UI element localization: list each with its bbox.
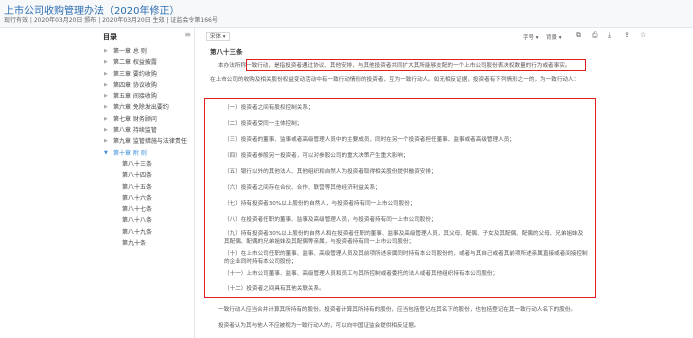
font-select[interactable]: 宋体 ▾ (206, 32, 230, 41)
toc-chapter-label: 第三章 要约收购 (113, 70, 157, 78)
reader-toolbar: 宋体 ▾ 字号 ▾ 背景 ▾ ⧉ ⎙ ⤓ ⇪ ☆ (196, 28, 693, 44)
toc-chapter-6[interactable]: ▶ 第六章 免除发出要约 (99, 102, 195, 113)
clause-7: （七）持有投资者30%以上股份的自然人，与投资者持有同一上市公司股份； (224, 201, 416, 207)
toc-chapter-label: 第六章 免除发出要约 (113, 104, 169, 112)
star-icon[interactable]: ☆ (640, 31, 646, 39)
toc-heading: 目录 (103, 33, 117, 41)
toc-chapter-10[interactable]: ▼ 第十章 附 则 (99, 148, 195, 159)
article-content: 宋体 ▾ 字号 ▾ 背景 ▾ ⧉ ⎙ ⤓ ⇪ ☆ 第八十三条 本办法所称一致行动… (196, 28, 693, 338)
download-icon[interactable]: ⤓ (608, 31, 611, 40)
clause-9: （九）持有投资者30%以上股份的自然人和在投资者任职的董事、监事及高级管理人员，… (224, 231, 584, 245)
toc-chapter-label: 第七章 财务顾问 (113, 115, 157, 123)
menu-icon[interactable]: ≡ (184, 30, 191, 39)
toc-chapter-label: 第五章 间接收购 (113, 93, 157, 101)
clause-10: （十）在上市公司任职的董事、监事、高级管理人员及其前项所述亲属同时持有本公司股份… (224, 251, 588, 265)
chevron-right-icon: ▶ (104, 115, 108, 122)
toc-chapter-3[interactable]: ▶ 第三章 要约收购 (99, 69, 195, 80)
article-para-4: 投资者认为其与他人不应被视为一致行动人的，可以向中国证监会提供相反证据。 (218, 323, 420, 329)
toc-chapter-label: 第八章 持续监管 (113, 127, 157, 135)
toc-chapter-5[interactable]: ▶ 第五章 间接收购 (99, 91, 195, 102)
chevron-right-icon: ▶ (104, 48, 108, 54)
document-meta: 现行有效 | 2020年03月20日 颁布 | 2020年03月20日 生效 |… (4, 17, 218, 24)
article-title: 第八十三条 (210, 48, 243, 56)
copy-icon[interactable]: ⧉ (576, 31, 581, 40)
toc-chapter-label: 第九章 监管措施与法律责任 (113, 138, 187, 146)
clause-3: （三）投资者的董事、监事或者高级管理人员中的主要成员，同时在另一个投资者担任董事… (224, 137, 515, 143)
toc-chapter-label: 第十章 附 则 (113, 149, 147, 157)
toc-article-85[interactable]: 第八十五条 (99, 182, 195, 193)
toc-chapter-8[interactable]: ▶ 第八章 持续监管 (99, 125, 195, 136)
chevron-right-icon: ▶ (104, 93, 108, 100)
toc-sidebar: 目录 ≡ ▶ 第一章 总 则 ▶ 第二章 权益披露 ▶ 第三章 要约收购 ▶ 第四章 协… (99, 28, 195, 338)
toc-chapter-1[interactable]: ▶ 第一章 总 则 (99, 46, 195, 57)
share-icon[interactable]: ⇪ (624, 31, 630, 39)
toc-article-89[interactable]: 第八十九条 (99, 227, 195, 238)
toc-chapter-label: 第二章 权益披露 (113, 59, 157, 67)
document-header: 上市公司收购管理办法（2020年修正） 现行有效 | 2020年03月20日 颁… (0, 0, 693, 28)
highlight-box-definition (246, 59, 586, 71)
toc-chapter-9[interactable]: ▶ 第九章 监管措施与法律责任 (99, 136, 195, 147)
font-size-label: 字号 (523, 35, 535, 41)
toc-chapter-label: 第一章 总 则 (113, 48, 147, 55)
article-para-3: 一致行动人应当合并计算其所持有的股份。投资者计算其所持有的股份，应当包括登记在其… (218, 307, 577, 313)
toc-chapter-label: 第四章 协议收购 (113, 81, 157, 89)
toc-article-87[interactable]: 第八十七条 (99, 204, 195, 215)
toc-article-86[interactable]: 第八十六条 (99, 193, 195, 204)
chevron-right-icon: ▶ (104, 70, 108, 77)
print-icon[interactable]: ⎙ (592, 31, 598, 40)
background-label: 背景 (546, 35, 558, 41)
chevron-right-icon: ▶ (104, 138, 108, 145)
font-size-select[interactable]: 字号 ▾ (523, 33, 539, 41)
chevron-right-icon: ▶ (104, 127, 108, 134)
clause-6: （六）投资者之间存在合伙、合作、联营等其他经济利益关系； (224, 185, 381, 191)
chevron-down-icon: ▼ (104, 149, 108, 156)
article-para-2: 在上市公司的收购及相关股份权益变动活动中有一致行动情形的投资者，互为一致行动人。… (210, 77, 580, 83)
toc-chapter-7[interactable]: ▶ 第七章 财务顾问 (99, 114, 195, 125)
toc-chapter-2[interactable]: ▶ 第二章 权益披露 (99, 57, 195, 68)
toc-article-88[interactable]: 第八十八条 (99, 215, 195, 226)
toc-article-83[interactable]: 第八十三条 (99, 159, 195, 170)
chevron-right-icon: ▶ (104, 81, 108, 88)
clause-1: （一）投资者之间有股权控制关系； (224, 105, 314, 111)
chevron-right-icon: ▶ (104, 104, 108, 111)
toc-chapter-4[interactable]: ▶ 第四章 协议收购 (99, 80, 195, 91)
toc-article-84[interactable]: 第八十四条 (99, 170, 195, 181)
clause-8: （八）在投资者任职的董事、监事及高级管理人员，与投资者持有同一上市公司股份； (224, 217, 437, 223)
clause-5: （五）银行以外的其他法人、其他组织和自然人为投资者取得相关股份提供融资安排； (224, 169, 437, 175)
toc-article-90[interactable]: 第九十条 (99, 238, 195, 249)
highlight-box-clauses (204, 98, 596, 298)
clause-12: （十二）投资者之间具有其他关联关系。 (224, 286, 325, 292)
clause-2: （二）投资者受同一主体控制； (224, 121, 303, 127)
background-select[interactable]: 背景 ▾ (546, 33, 562, 41)
clause-11: （十一）上市公司董事、监事、高级管理人员和员工与其所控制或者委托的法人或者其他组… (224, 271, 499, 277)
chevron-right-icon: ▶ (104, 59, 108, 66)
clause-4: （四）投资者参股另一投资者，可以对参股公司的重大决策产生重大影响； (224, 153, 409, 159)
toc-list: ▶ 第一章 总 则 ▶ 第二章 权益披露 ▶ 第三章 要约收购 ▶ 第四章 协议收购 ▶… (99, 46, 195, 249)
font-select-value: 宋体 (210, 34, 222, 40)
intro-prefix: 本办法所称 (218, 63, 246, 69)
